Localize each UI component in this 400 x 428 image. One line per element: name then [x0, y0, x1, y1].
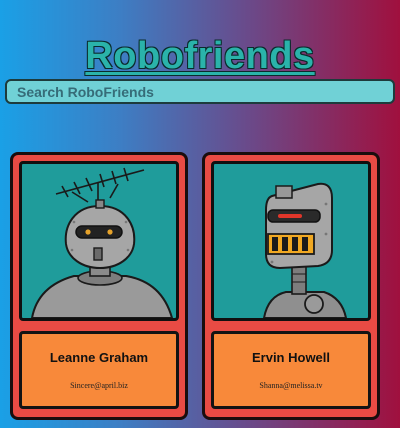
- robot-image: [211, 161, 371, 321]
- app-title: Robofriends: [85, 35, 315, 78]
- card-info: Ervin Howell Shanna@melissa.tv: [211, 331, 371, 409]
- search-input[interactable]: [5, 79, 395, 104]
- card-info: Leanne Graham Sincere@april.biz: [19, 331, 179, 409]
- robot-name: Leanne Graham: [49, 350, 149, 365]
- robot-antenna-icon: [30, 167, 174, 318]
- robot-email: Sincere@april.biz: [70, 381, 128, 390]
- robot-name: Ervin Howell: [251, 350, 331, 365]
- robot-image: [19, 161, 179, 321]
- robot-card[interactable]: Leanne Graham Sincere@april.biz: [10, 152, 188, 420]
- robot-card[interactable]: Ervin Howell Shanna@melissa.tv: [202, 152, 380, 420]
- robot-visor-icon: [262, 182, 348, 318]
- robot-email: Shanna@melissa.tv: [259, 381, 323, 390]
